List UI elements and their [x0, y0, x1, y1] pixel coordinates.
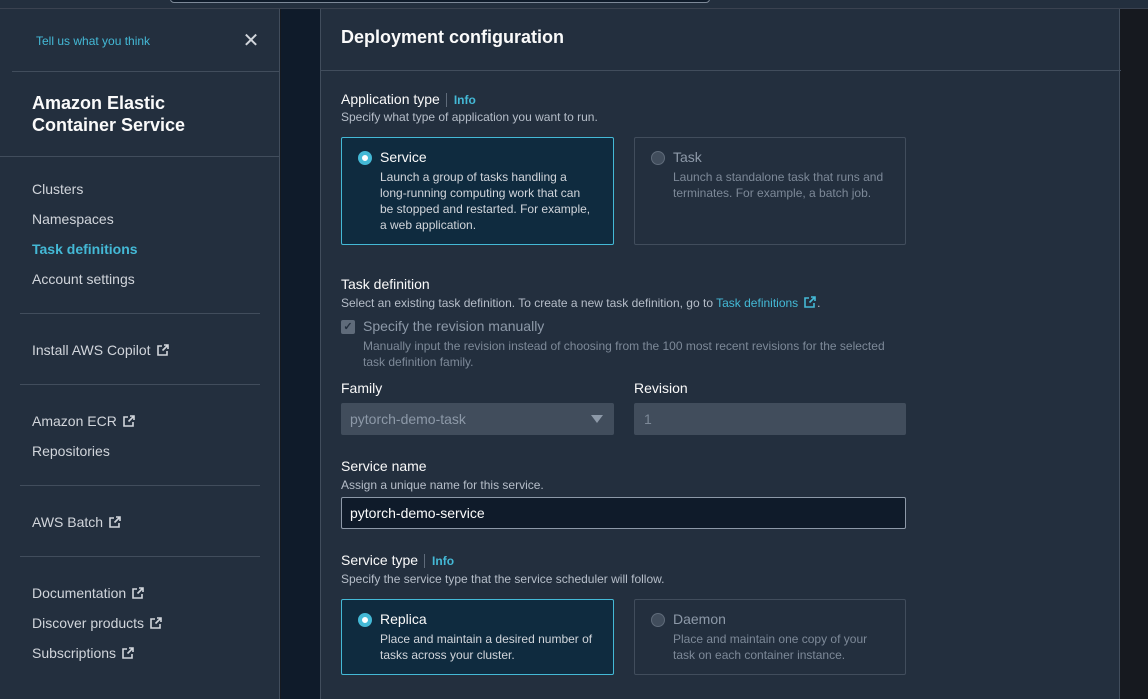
- nav-item-discover-products[interactable]: Discover products: [32, 615, 163, 631]
- tile-description: Launch a group of tasks handling a long-…: [380, 169, 590, 233]
- nav-item-task-definitions[interactable]: Task definitions: [32, 241, 138, 257]
- external-link-icon: [132, 587, 144, 599]
- nav-item-aws-batch[interactable]: AWS Batch: [32, 514, 122, 530]
- top-navigation-bar: [0, 0, 1148, 9]
- nav-item-label: Install AWS Copilot: [32, 342, 151, 358]
- specify-revision-label: Specify the revision manually: [363, 318, 545, 334]
- nav-item-clusters[interactable]: Clusters: [32, 181, 83, 197]
- nav-item-install-copilot[interactable]: Install AWS Copilot: [32, 342, 170, 358]
- daemon-option-tile: Daemon Place and maintain one copy of yo…: [634, 599, 906, 675]
- radio-selected-icon[interactable]: [358, 151, 372, 165]
- application-type-description: Specify what type of application you wan…: [341, 110, 598, 124]
- task-option-tile: Task Launch a standalone task that runs …: [634, 137, 906, 245]
- task-definitions-link[interactable]: Task definitions: [716, 296, 798, 310]
- nav-item-repositories[interactable]: Repositories: [32, 443, 110, 459]
- revision-label: Revision: [634, 380, 688, 396]
- tile-title: Task: [673, 149, 702, 165]
- external-link-icon: [109, 516, 121, 528]
- content-gutter: [1120, 9, 1148, 699]
- description-line: Manually input the revision instead of c…: [363, 339, 885, 353]
- service-name-label: Service name: [341, 458, 427, 474]
- feedback-link[interactable]: Tell us what you think: [36, 34, 150, 48]
- revision-input: 1: [634, 403, 906, 435]
- tile-title: Daemon: [673, 611, 726, 627]
- tile-title: Service: [380, 149, 427, 165]
- nav-item-label: Documentation: [32, 585, 127, 601]
- nav-item-label: Subscriptions: [32, 645, 117, 661]
- content-gutter: [281, 9, 320, 699]
- external-link-icon: [156, 344, 169, 356]
- nav-item-subscriptions[interactable]: Subscriptions: [32, 645, 135, 661]
- tile-description-line: be stopped and restarted. For example,: [380, 202, 591, 216]
- task-definition-label: Task definition: [341, 276, 430, 292]
- nav-item-label: AWS Batch: [32, 514, 104, 530]
- external-link-icon: [150, 617, 162, 629]
- service-type-description: Specify the service type that the servic…: [341, 572, 665, 586]
- nav-item-account-settings[interactable]: Account settings: [32, 271, 135, 287]
- application-type-info-link[interactable]: Info: [445, 93, 476, 107]
- external-link-icon: [123, 415, 135, 427]
- panel-header: Deployment configuration: [321, 9, 1121, 71]
- application-type-label: Application type Info: [341, 91, 476, 107]
- divider: [20, 485, 260, 486]
- deployment-configuration-panel: Deployment configuration Application typ…: [320, 9, 1121, 699]
- service-title: Amazon Elastic Container Service: [32, 93, 186, 135]
- service-name-description: Assign a unique name for this service.: [341, 478, 544, 492]
- tile-description-line: terminates. For example, a batch job.: [673, 186, 872, 200]
- nav-item-label: Amazon ECR: [32, 413, 117, 429]
- nav-item-documentation[interactable]: Documentation: [32, 585, 145, 601]
- divider: [12, 71, 280, 72]
- family-label: Family: [341, 380, 383, 396]
- tile-description-line: Launch a group of tasks handling a: [380, 170, 567, 184]
- service-name-input[interactable]: [341, 497, 906, 529]
- nav-item-amazon-ecr[interactable]: Amazon ECR: [32, 413, 136, 429]
- caret-down-icon: [591, 415, 603, 423]
- tile-description-line: tasks across your cluster.: [380, 648, 515, 662]
- external-link-icon[interactable]: [803, 295, 817, 309]
- revision-input-value: 1: [644, 411, 652, 427]
- tile-description-line: Place and maintain a desired number of: [380, 632, 593, 646]
- family-select-value: pytorch-demo-task: [350, 411, 466, 427]
- description-line: task definition family.: [363, 355, 474, 369]
- tile-description-line: Place and maintain one copy of your: [673, 632, 868, 646]
- replica-option-tile[interactable]: Replica Place and maintain a desired num…: [341, 599, 614, 675]
- specify-revision-description: Manually input the revision instead of c…: [363, 338, 923, 370]
- service-option-tile[interactable]: Service Launch a group of tasks handling…: [341, 137, 614, 245]
- nav-item-label: Discover products: [32, 615, 145, 631]
- tile-description-line: Launch a standalone task that runs and: [673, 170, 884, 184]
- field-label-text: Service type: [341, 552, 419, 568]
- tile-description-line: task on each container instance.: [673, 648, 846, 662]
- tile-description: Launch a standalone task that runs and t…: [673, 169, 883, 201]
- description-text: .: [817, 296, 821, 310]
- field-label-text: Application type: [341, 91, 440, 107]
- side-navigation: Tell us what you think ✕ Amazon Elastic …: [0, 9, 280, 699]
- service-type-label: Service type Info: [341, 552, 454, 568]
- radio-selected-icon[interactable]: [358, 613, 372, 627]
- external-link-icon: [122, 647, 134, 659]
- radio-disabled-icon: [651, 613, 665, 627]
- divider: [0, 156, 280, 157]
- divider: [20, 313, 260, 314]
- divider: [20, 556, 260, 557]
- divider: [20, 384, 260, 385]
- nav-item-namespaces[interactable]: Namespaces: [32, 211, 114, 227]
- global-search-input[interactable]: [170, 0, 710, 3]
- service-type-info-link[interactable]: Info: [424, 554, 454, 568]
- specify-revision-checkbox[interactable]: ✓: [341, 320, 355, 334]
- description-text: Select an existing task definition. To c…: [341, 296, 717, 310]
- tile-title: Replica: [380, 611, 427, 627]
- tile-description-line: a web application.: [380, 218, 477, 232]
- tile-description: Place and maintain one copy of your task…: [673, 631, 867, 663]
- family-select: pytorch-demo-task: [341, 403, 614, 435]
- tile-description: Place and maintain a desired number of t…: [380, 631, 592, 663]
- tile-description-line: long-running computing work that can: [380, 186, 581, 200]
- radio-disabled-icon: [651, 151, 665, 165]
- close-icon[interactable]: ✕: [241, 31, 261, 51]
- task-definition-description: Select an existing task definition. To c…: [341, 295, 821, 310]
- panel-title: Deployment configuration: [341, 27, 565, 47]
